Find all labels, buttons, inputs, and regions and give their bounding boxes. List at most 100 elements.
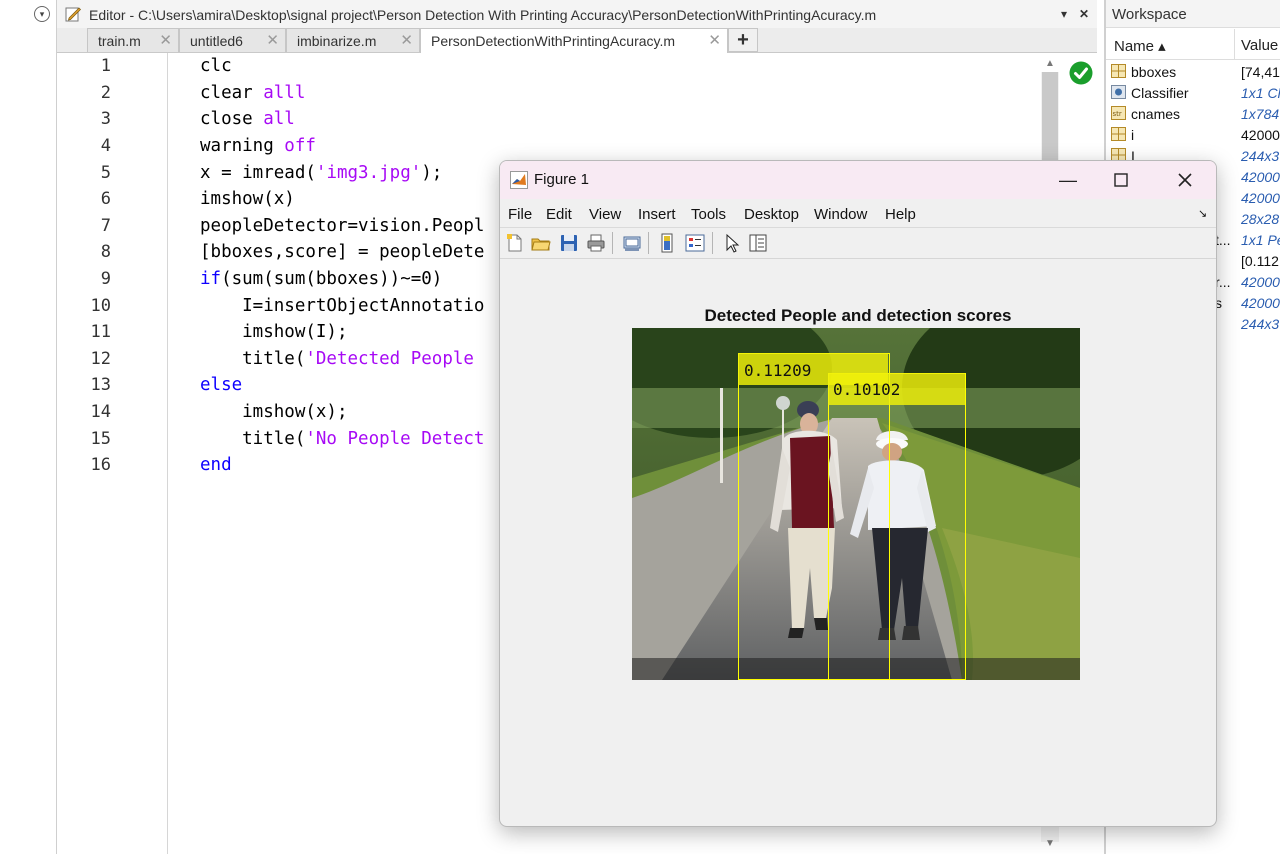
code-line[interactable]: x = imread('img3.jpg'); (200, 163, 442, 183)
tab-close-icon[interactable]: ✕ (708, 29, 721, 53)
tab-person-detection[interactable]: PersonDetectionWithPrintingAcuracy.m ✕ (420, 28, 728, 53)
tab-untitled6[interactable]: untitled6 ✕ (179, 28, 286, 52)
detection-score-2: 0.10102 (833, 380, 900, 399)
tab-train[interactable]: train.m ✕ (87, 28, 179, 52)
code-status-check-icon[interactable] (1069, 61, 1093, 85)
menu-help[interactable]: Help (885, 206, 916, 223)
variable-value: 42000 (1241, 169, 1280, 185)
variable-value: 244x3 (1241, 148, 1280, 164)
line-number: 5 (100, 163, 111, 183)
workspace-variable-row[interactable]: i 42000 (1106, 125, 1280, 146)
menu-tools[interactable]: Tools (691, 206, 726, 223)
code-line[interactable]: clear alll (200, 83, 305, 103)
line-number: 2 (100, 83, 111, 103)
column-divider[interactable] (1234, 29, 1235, 59)
figure-toolbar (500, 228, 1216, 259)
pointer-icon[interactable] (722, 233, 742, 253)
code-line[interactable]: imshow(x); (200, 402, 347, 422)
name-column-header[interactable]: Name ▴ (1114, 37, 1166, 55)
axes-title: Detected People and detection scores (704, 306, 1012, 325)
workspace-variable-row[interactable]: bboxes [74,41, (1106, 62, 1280, 83)
minimize-icon[interactable]: — (1056, 169, 1080, 191)
workspace-variable-row[interactable]: Classifier 1x1 Cl (1106, 83, 1280, 104)
variable-name: cnames (1131, 106, 1181, 122)
code-line[interactable]: imshow(I); (200, 322, 347, 342)
line-number: 8 (100, 242, 111, 262)
code-line[interactable]: title('Detected People (200, 349, 484, 369)
tab-imbinarize[interactable]: imbinarize.m ✕ (286, 28, 420, 52)
code-line[interactable]: I=insertObjectAnnotatio (200, 296, 484, 316)
scroll-down-icon[interactable]: ▼ (1044, 838, 1056, 850)
code-line[interactable]: else (200, 375, 242, 395)
figure-window: Figure 1 — File Edit View Insert Tools D… (499, 160, 1217, 827)
code-line[interactable]: end (200, 455, 232, 475)
code-line[interactable]: warning off (200, 136, 316, 156)
menu-desktop[interactable]: Desktop (744, 206, 799, 223)
workspace-variable-row[interactable]: str cnames 1x784 (1106, 104, 1280, 125)
property-inspector-icon[interactable] (748, 233, 768, 253)
variable-value: [74,41, (1241, 64, 1280, 80)
toolbar-separator (612, 232, 613, 254)
left-collapsed-panel: ▾ (0, 0, 57, 854)
add-tab-button[interactable]: + (728, 28, 758, 52)
line-number: 6 (100, 189, 111, 209)
tab-label: imbinarize.m (297, 33, 377, 49)
value-column-header[interactable]: Value (1241, 37, 1278, 54)
object-icon (1111, 85, 1126, 99)
tab-label: PersonDetectionWithPrintingAcuracy.m (431, 33, 676, 49)
variable-value: 1x1 Cl (1241, 85, 1280, 101)
open-file-icon[interactable] (531, 233, 551, 253)
svg-text:str: str (1113, 110, 1122, 118)
detection-image[interactable]: 0.11209 0.10102 (632, 328, 1080, 680)
legend-icon[interactable] (685, 233, 705, 253)
menu-edit[interactable]: Edit (546, 206, 572, 223)
toolbar-separator (648, 232, 649, 254)
close-icon[interactable] (1177, 172, 1193, 188)
line-number: 9 (100, 269, 111, 289)
line-number: 15 (90, 429, 111, 449)
panel-menu-icon[interactable]: ▾ (34, 6, 50, 22)
tab-label: train.m (98, 33, 141, 49)
tab-close-icon[interactable]: ✕ (266, 29, 279, 53)
code-line[interactable]: close all (200, 109, 295, 129)
code-line[interactable]: imshow(x) (200, 189, 295, 209)
workspace-title: Workspace (1106, 0, 1280, 28)
figure-title-bar[interactable]: Figure 1 — (500, 161, 1216, 199)
variable-value: 1x1 Pe (1241, 232, 1280, 248)
variable-value: [0.112 (1241, 253, 1279, 269)
matrix-icon (1111, 127, 1126, 141)
variable-value: 42000 (1241, 295, 1280, 311)
maximize-icon[interactable] (1114, 173, 1128, 187)
code-line[interactable]: if(sum(sum(bboxes))~=0) (200, 269, 442, 289)
new-figure-icon[interactable] (505, 233, 525, 253)
tab-label: untitled6 (190, 33, 243, 49)
link-plot-icon[interactable] (622, 233, 642, 253)
line-number: 16 (90, 455, 111, 475)
print-icon[interactable] (586, 233, 606, 253)
matrix-icon (1111, 64, 1126, 78)
variable-name: Classifier (1131, 85, 1189, 101)
tab-close-icon[interactable]: ✕ (400, 29, 413, 53)
editor-scrollbar-thumb[interactable] (1042, 72, 1058, 162)
menu-window[interactable]: Window (814, 206, 867, 223)
line-number: 11 (90, 322, 111, 342)
code-line[interactable]: [bboxes,score] = peopleDete (200, 242, 484, 262)
save-icon[interactable] (559, 233, 579, 253)
editor-close-icon[interactable]: ✕ (1077, 7, 1091, 21)
dock-arrow-icon[interactable]: ↘ (1198, 207, 1207, 220)
variable-name: t... (1215, 232, 1231, 248)
code-line[interactable]: peopleDetector=vision.Peopl (200, 216, 484, 236)
colorbar-icon[interactable] (657, 233, 677, 253)
variable-value: 42000 (1241, 127, 1280, 143)
variable-value: 1x784 (1241, 106, 1280, 122)
code-line[interactable]: clc (200, 56, 232, 76)
menu-view[interactable]: View (589, 206, 621, 223)
menu-file[interactable]: File (508, 206, 532, 223)
scroll-up-icon[interactable]: ▲ (1044, 58, 1056, 70)
editor-title-bar: Editor - C:\Users\amira\Desktop\signal p… (57, 0, 1097, 29)
tab-close-icon[interactable]: ✕ (159, 29, 172, 53)
menu-insert[interactable]: Insert (638, 206, 676, 223)
variable-name: r... (1215, 274, 1231, 290)
editor-menu-icon[interactable]: ▾ (1057, 7, 1071, 21)
code-line[interactable]: title('No People Detect (200, 429, 484, 449)
